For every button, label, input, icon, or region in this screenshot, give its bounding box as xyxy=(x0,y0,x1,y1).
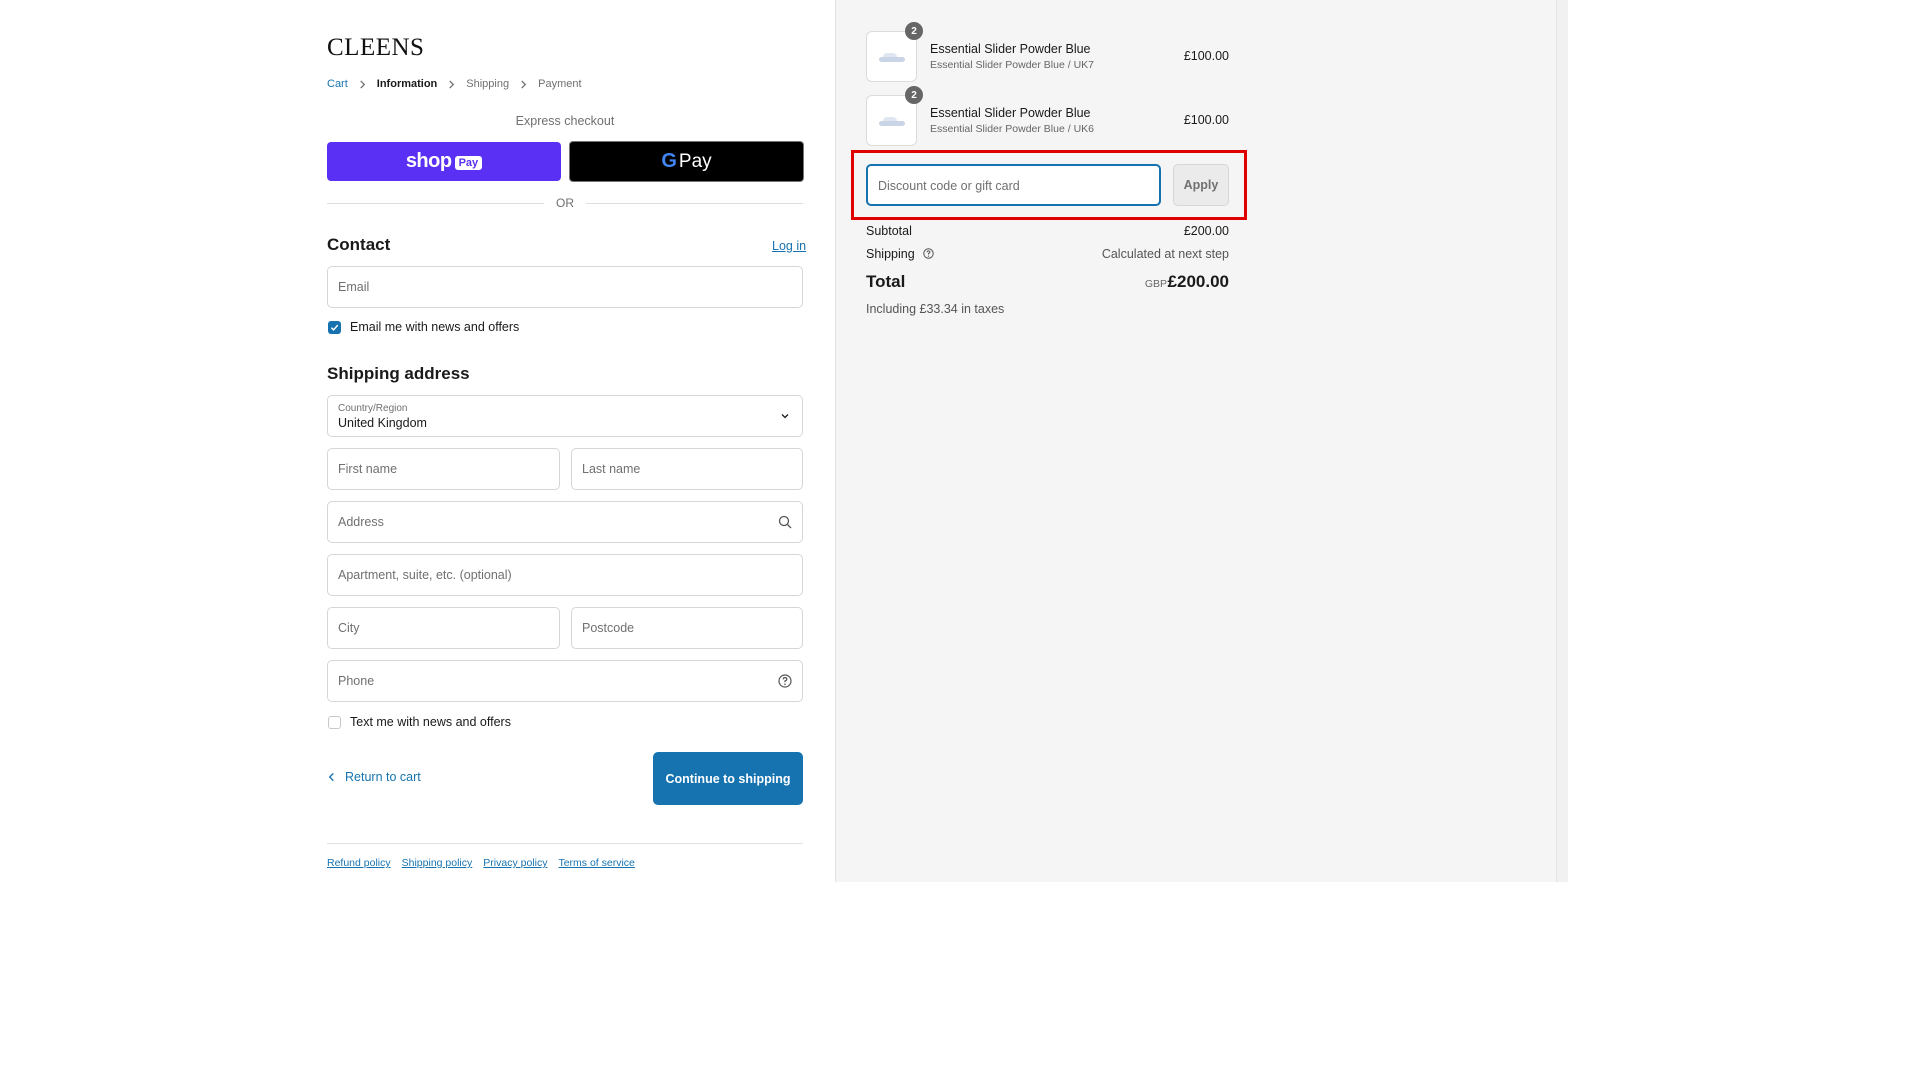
product-price: £100.00 xyxy=(1183,113,1229,127)
discount-code-input[interactable] xyxy=(876,166,1150,206)
phone-field[interactable]: Phone xyxy=(327,660,803,702)
refund-policy-link[interactable]: Refund policy xyxy=(327,857,391,869)
log-in-link[interactable]: Log in xyxy=(772,239,806,253)
help-circle-icon[interactable] xyxy=(923,248,934,259)
breadcrumb-payment: Payment xyxy=(538,78,582,90)
first-name-field[interactable]: First name xyxy=(327,448,560,490)
chevron-right-icon xyxy=(447,79,456,89)
text-opt-in-label: Text me with news and offers xyxy=(350,715,511,729)
product-variant: Essential Slider Powder Blue / UK6 xyxy=(930,123,1094,135)
chevron-down-icon xyxy=(778,409,792,423)
apartment-field[interactable]: Apartment, suite, etc. (optional) xyxy=(327,554,803,596)
chevron-left-icon xyxy=(327,772,336,782)
subtotal-value: £200.00 xyxy=(1183,224,1229,238)
email-field[interactable]: Email xyxy=(327,266,803,308)
shop-pay-pill: Pay xyxy=(454,155,483,170)
chevron-right-icon xyxy=(519,79,528,89)
subtotal-row: Subtotal £200.00 xyxy=(866,224,1229,238)
footer-divider xyxy=(327,843,803,844)
city-field[interactable]: City xyxy=(327,607,560,649)
google-pay-label: Pay xyxy=(678,150,712,172)
terms-of-service-link[interactable]: Terms of service xyxy=(558,857,634,869)
breadcrumb-information: Information xyxy=(376,78,438,90)
cart-item: 2 Essential Slider Powder Blue Essential… xyxy=(866,86,1229,147)
breadcrumb-cart[interactable]: Cart xyxy=(327,78,348,90)
text-opt-in-checkbox[interactable]: Text me with news and offers xyxy=(328,715,511,729)
help-circle-icon[interactable] xyxy=(778,674,792,688)
country-value: United Kingdom xyxy=(338,416,427,430)
product-variant: Essential Slider Powder Blue / UK7 xyxy=(930,59,1094,71)
slider-sole-icon xyxy=(879,121,905,126)
breadcrumb: Cart Information Shipping Payment xyxy=(327,78,582,90)
product-name: Essential Slider Powder Blue xyxy=(930,106,1091,120)
country-label: Country/Region xyxy=(338,403,408,414)
chevron-right-icon xyxy=(358,79,367,89)
phone-placeholder: Phone xyxy=(338,674,375,688)
address-placeholder: Address xyxy=(338,515,384,529)
slider-sole-icon xyxy=(879,57,905,62)
shop-pay-word: shop xyxy=(405,150,452,172)
or-divider: OR xyxy=(327,196,803,212)
privacy-policy-link[interactable]: Privacy policy xyxy=(483,857,547,869)
apartment-placeholder: Apartment, suite, etc. (optional) xyxy=(338,568,512,582)
shipping-label: Shipping xyxy=(866,247,915,261)
address-field[interactable]: Address xyxy=(327,501,803,543)
return-to-cart-link[interactable]: Return to cart xyxy=(327,770,421,784)
email-opt-in-checkbox[interactable]: Email me with news and offers xyxy=(328,320,519,334)
shipping-policy-link[interactable]: Shipping policy xyxy=(402,857,473,869)
shop-pay-button[interactable]: shop Pay xyxy=(327,142,561,181)
first-name-placeholder: First name xyxy=(338,462,398,476)
subtotal-label: Subtotal xyxy=(866,224,912,238)
continue-to-shipping-button[interactable]: Continue to shipping xyxy=(653,752,803,805)
email-placeholder: Email xyxy=(338,280,370,294)
total-row: Total GBP £200.00 xyxy=(866,272,1229,292)
postcode-placeholder: Postcode xyxy=(582,621,635,635)
currency-code: GBP xyxy=(1144,278,1167,290)
total-value: £200.00 xyxy=(1167,272,1229,291)
shipping-address-heading: Shipping address xyxy=(327,364,470,383)
quantity-badge: 2 xyxy=(905,22,923,40)
search-icon xyxy=(778,515,792,529)
country-select[interactable]: Country/Region United Kingdom xyxy=(327,395,803,437)
shipping-row: Shipping Calculated at next step xyxy=(866,247,1229,261)
city-placeholder: City xyxy=(338,621,360,635)
express-checkout-title: Express checkout xyxy=(515,114,615,128)
apply-discount-button[interactable]: Apply xyxy=(1173,164,1229,206)
product-price: £100.00 xyxy=(1183,49,1229,63)
breadcrumb-shipping: Shipping xyxy=(466,78,510,90)
email-opt-in-label: Email me with news and offers xyxy=(350,320,520,334)
checkbox-checked-icon xyxy=(328,320,341,334)
postcode-field[interactable]: Postcode xyxy=(571,607,803,649)
shipping-value: Calculated at next step xyxy=(1101,247,1229,261)
discount-code-field[interactable] xyxy=(866,164,1161,206)
contact-heading: Contact xyxy=(327,235,391,254)
product-name: Essential Slider Powder Blue xyxy=(930,42,1091,56)
total-label: Total xyxy=(866,272,906,291)
return-to-cart-label: Return to cart xyxy=(345,770,421,784)
taxes-note: Including £33.34 in taxes xyxy=(866,302,1005,316)
last-name-field[interactable]: Last name xyxy=(571,448,803,490)
divider-line xyxy=(586,203,803,204)
checkout-main-column: CLEENS Cart Information Shipping Payment… xyxy=(0,0,835,882)
last-name-placeholder: Last name xyxy=(582,462,641,476)
checkbox-unchecked-icon xyxy=(328,715,341,729)
google-pay-button[interactable]: G Pay xyxy=(569,141,804,182)
quantity-badge: 2 xyxy=(905,86,923,104)
store-logo[interactable]: CLEENS xyxy=(327,34,424,62)
google-g-icon: G xyxy=(661,150,677,172)
page-scrollbar[interactable] xyxy=(1556,0,1568,882)
cart-item: 2 Essential Slider Powder Blue Essential… xyxy=(866,22,1229,83)
footer-links: Refund policy Shipping policy Privacy po… xyxy=(327,857,635,869)
